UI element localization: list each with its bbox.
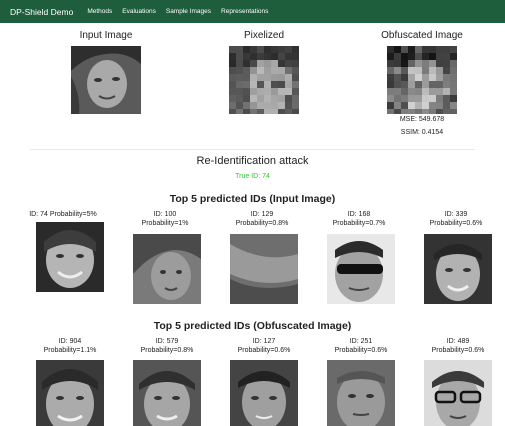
input-pred-5-label: ID: 339 Probability=0.6% [408,210,504,228]
input-image-label: Input Image [79,30,133,41]
obf-pred-3-id: ID: 127 [252,338,276,345]
input-pred-4-prob: Probability=0.7% [332,220,386,227]
nav-link-sample-images[interactable]: Sample Images [166,8,211,15]
input-pred-1-svg [36,222,104,292]
input-pred-2-svg [133,234,201,304]
obf-pred-1-image [36,360,104,426]
obf-pred-5-svg [424,360,492,426]
section-divider [30,149,475,150]
obf-pred-1-id: ID: 904 [58,338,82,345]
obf-pred-2-svg [133,360,201,426]
input-pred-1-label: ID: 74 Probability=5% [7,210,119,219]
obf-pred-3-label: ID: 127 Probability=0.6% [216,337,312,355]
obf-pred-5-id: ID: 489 [446,338,470,345]
brand-link[interactable]: DP-Shield Demo [10,7,73,17]
obf-pred-4-id: ID: 251 [349,338,373,345]
mse-value: MSE: 549.678 [399,116,445,123]
obf-pred-2-label: ID: 579 Probability=0.8% [119,337,215,355]
input-face-image [71,46,141,114]
input-pred-4-svg [327,234,395,304]
pixelized-face-svg [229,46,299,114]
true-id-label: True ID: 74 [235,173,270,180]
input-pred-4-label: ID: 168 Probability=0.7% [311,210,407,228]
obf-pred-1-label: ID: 904 Probability=1.1% [22,337,118,355]
input-pred-5-image [424,234,492,304]
obf-pred-3-prob: Probability=0.6% [237,347,291,354]
obf-pred-1-svg [36,360,104,426]
obf-pred-1-prob: Probability=1.1% [43,347,97,354]
input-pred-3-svg [230,234,298,304]
obf-pred-4-image [327,360,395,426]
nav-link-representations[interactable]: Representations [221,8,268,15]
input-pred-2-label: ID: 100 Probability=1% [117,210,213,228]
pixelized-face-image [229,46,299,114]
obf-pred-3-svg [230,360,298,426]
obf-pred-5-prob: Probability=0.6% [431,347,485,354]
obf-pred-2-image [133,360,201,426]
input-pred-5-svg [424,234,492,304]
input-pred-4-image [327,234,395,304]
obfuscated-face-svg [387,46,457,114]
input-pred-3-prob: Probability=0.8% [235,220,289,227]
input-pred-3-image [230,234,298,304]
input-pred-5-prob: Probability=0.6% [429,220,483,227]
navbar: DP-Shield Demo Methods Evaluations Sampl… [0,0,505,23]
obf-pred-2-prob: Probability=0.8% [140,347,194,354]
input-predictions-title: Top 5 predicted IDs (Input Image) [169,193,336,205]
input-pred-1-id: ID: 74 Probability=5% [29,211,97,218]
input-pred-3-id: ID: 129 [250,211,274,218]
input-pred-5-id: ID: 339 [444,211,468,218]
obfuscated-predictions-title: Top 5 predicted IDs (Obfuscated Image) [153,320,352,332]
input-pred-2-image [133,234,201,304]
nav-link-methods[interactable]: Methods [87,8,112,15]
input-pred-2-prob: Probability=1% [141,220,189,227]
pixelized-label: Pixelized [243,30,285,41]
obf-pred-4-label: ID: 251 Probability=0.6% [313,337,409,355]
input-pred-2-id: ID: 100 [153,211,177,218]
obf-pred-5-image [424,360,492,426]
input-pred-3-label: ID: 129 Probability=0.8% [214,210,310,228]
obfuscated-image-label: Obfuscated Image [381,30,463,41]
obf-pred-2-id: ID: 579 [155,338,179,345]
ssim-value: SSIM: 0.4154 [400,129,444,136]
obf-pred-4-prob: Probability=0.6% [334,347,388,354]
input-face-svg [71,46,141,114]
input-pred-1-image [36,222,104,292]
obfuscated-face-image [387,46,457,114]
nav-link-evaluations[interactable]: Evaluations [122,8,156,15]
obf-pred-5-label: ID: 489 Probability=0.6% [410,337,505,355]
obf-pred-4-svg [327,360,395,426]
input-pred-4-id: ID: 168 [347,211,371,218]
attack-title: Re-Identification attack [196,155,309,167]
obf-pred-3-image [230,360,298,426]
